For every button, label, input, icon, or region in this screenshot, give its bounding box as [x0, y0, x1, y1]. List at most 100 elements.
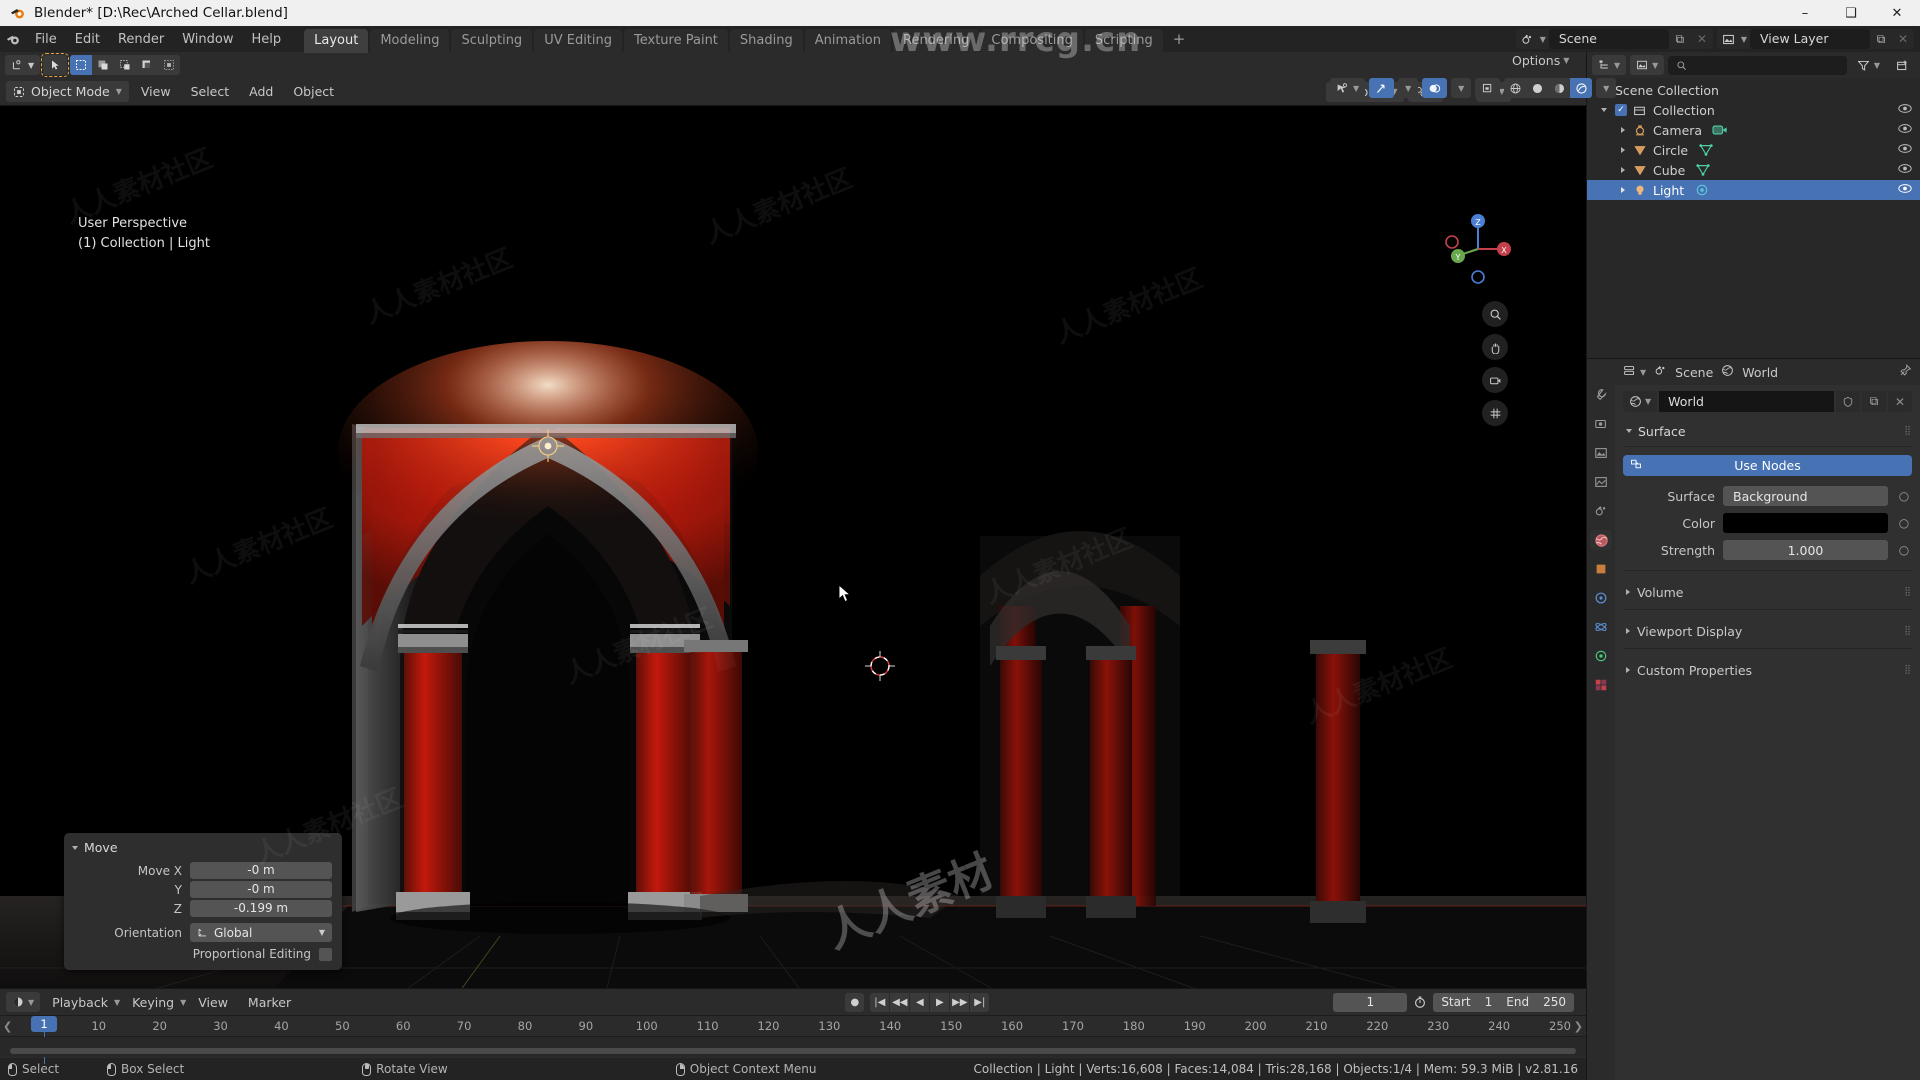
strength-row[interactable]: Strength 1.000 ○: [1623, 540, 1912, 560]
eye-icon[interactable]: [1898, 143, 1912, 157]
world-browse-button[interactable]: ▼: [1623, 391, 1658, 412]
menu-file[interactable]: File: [26, 29, 66, 50]
mesh-data-icon[interactable]: [1698, 143, 1714, 157]
shading-wireframe-button[interactable]: [1504, 78, 1526, 98]
gizmo-settings-button[interactable]: ▼: [1398, 78, 1419, 98]
outliner-row-collection[interactable]: ✓ Collection: [1587, 100, 1920, 120]
menu-edit[interactable]: Edit: [66, 29, 109, 50]
surface-panel-header[interactable]: Surface ⣿: [1623, 420, 1912, 442]
eye-icon[interactable]: [1898, 163, 1912, 177]
move-y-field[interactable]: -0 m: [190, 881, 332, 898]
outliner-tree[interactable]: Scene Collection ✓ Collection Camera Cir…: [1587, 78, 1920, 358]
add-workspace-button[interactable]: +: [1165, 28, 1194, 50]
properties-tab-object[interactable]: [1590, 559, 1612, 579]
proportional-editing-row[interactable]: Proportional Editing: [64, 946, 342, 962]
properties-tab-scene[interactable]: [1590, 501, 1612, 521]
surface-value[interactable]: Background: [1723, 486, 1888, 506]
timeline-menu-view[interactable]: View: [190, 992, 236, 1013]
world-copy-button[interactable]: ⧉: [1862, 391, 1886, 412]
move-y-row[interactable]: Y -0 m: [64, 880, 342, 899]
viewport-menu-view[interactable]: View: [133, 81, 179, 102]
view-layer-unlink-button[interactable]: ✕: [1892, 29, 1914, 49]
outliner-search-input[interactable]: [1668, 55, 1847, 75]
play-reverse-button[interactable]: ◀: [910, 992, 930, 1012]
move-z-field[interactable]: -0.199 m: [190, 900, 332, 917]
close-button[interactable]: ✕: [1874, 0, 1920, 26]
viewport-menu-add[interactable]: Add: [241, 81, 281, 102]
start-value[interactable]: 1: [1485, 995, 1493, 1009]
chevron-right-icon[interactable]: [1621, 127, 1625, 133]
3d-viewport[interactable]: User Perspective (1) Collection | Light …: [0, 106, 1586, 988]
select-extend-button[interactable]: [92, 55, 114, 75]
minimize-button[interactable]: –: [1782, 0, 1828, 26]
color-animate-dot[interactable]: ○: [1896, 516, 1912, 530]
pan-icon[interactable]: [1482, 334, 1508, 360]
timeline-menu-keying[interactable]: Keying: [124, 992, 182, 1013]
select-invert-button[interactable]: [136, 55, 158, 75]
select-intersect-button[interactable]: [158, 55, 180, 75]
shading-solid-button[interactable]: [1526, 78, 1548, 98]
move-z-row[interactable]: Z -0.199 m: [64, 899, 342, 918]
outliner-editor-type-button[interactable]: ▼: [1592, 55, 1627, 75]
jump-to-end-button[interactable]: ▶|: [970, 992, 990, 1012]
redo-panel-move[interactable]: Move Move X -0 m Y -0 m Z -0.199 m Orien…: [64, 833, 342, 970]
properties-tab-tool[interactable]: [1590, 385, 1612, 405]
scene-selector[interactable]: ▼ Scene ⧉ ✕: [1515, 29, 1713, 49]
jump-to-start-button[interactable]: |◀: [870, 992, 890, 1012]
outliner-display-mode-button[interactable]: ▼: [1630, 55, 1665, 75]
mesh-data-icon[interactable]: [1695, 163, 1711, 177]
tab-layout[interactable]: Layout: [304, 29, 369, 53]
properties-tab-data[interactable]: [1590, 646, 1612, 666]
custom-properties-panel-header[interactable]: Custom Properties ⣿: [1623, 657, 1912, 683]
maximize-button[interactable]: ❑: [1828, 0, 1874, 26]
play-button[interactable]: ▶: [930, 992, 950, 1012]
outliner-row-cube[interactable]: Cube: [1587, 160, 1920, 180]
world-unlink-button[interactable]: ✕: [1888, 391, 1912, 412]
chevron-right-icon[interactable]: [1621, 147, 1625, 153]
outliner-row-scene-collection[interactable]: Scene Collection: [1587, 80, 1920, 100]
properties-tab-world[interactable]: [1590, 530, 1612, 550]
viewport-menu-object[interactable]: Object: [285, 81, 342, 102]
timeline-playhead[interactable]: 1: [31, 1016, 57, 1032]
view-layer-selector[interactable]: ▼ View Layer ⧉ ✕: [1716, 29, 1914, 49]
outliner-row-camera[interactable]: Camera: [1587, 120, 1920, 140]
view-layer-copy-button[interactable]: ⧉: [1870, 29, 1892, 49]
menu-render[interactable]: Render: [109, 29, 173, 50]
new-collection-icon[interactable]: [1890, 55, 1915, 75]
use-nodes-button[interactable]: Use Nodes: [1623, 455, 1912, 476]
object-mode-selector[interactable]: Object Mode ▼: [6, 81, 129, 102]
shading-rendered-button[interactable]: [1570, 78, 1593, 98]
zoom-icon[interactable]: [1482, 301, 1508, 327]
orientation-dropdown[interactable]: Global ▼: [190, 923, 332, 942]
stopwatch-icon[interactable]: [1413, 995, 1427, 1009]
eye-icon[interactable]: [1898, 123, 1912, 137]
end-value[interactable]: 250: [1543, 995, 1566, 1009]
volume-panel-header[interactable]: Volume ⣿: [1623, 579, 1912, 605]
object-type-visibility-button[interactable]: ▼: [1330, 78, 1366, 98]
move-x-field[interactable]: -0 m: [190, 862, 332, 879]
shading-settings-button[interactable]: ▼: [1596, 78, 1617, 98]
right-scroll-arrow[interactable]: ❯: [1574, 1020, 1583, 1033]
timeline-scrollbar[interactable]: [10, 1048, 1576, 1054]
overlays-settings-button[interactable]: ▼: [1451, 78, 1472, 98]
record-icon[interactable]: ●: [845, 992, 865, 1012]
navigation-axis-gizmo[interactable]: Z X Y: [1440, 211, 1516, 287]
frame-range-field[interactable]: Start 1 End 250: [1433, 992, 1574, 1012]
color-row[interactable]: Color ○: [1623, 513, 1912, 533]
overlays-toggle-button[interactable]: [1422, 78, 1448, 98]
surface-animate-dot[interactable]: ○: [1896, 489, 1912, 503]
properties-tab-render[interactable]: [1590, 414, 1612, 434]
properties-tab-view-layer[interactable]: [1590, 472, 1612, 492]
surface-row[interactable]: Surface Background ○: [1623, 486, 1912, 506]
chevron-down-icon[interactable]: [1601, 108, 1607, 112]
viewport-options-button[interactable]: Options ▼: [1512, 53, 1569, 68]
viewport-menu-select[interactable]: Select: [183, 81, 238, 102]
properties-tab-output[interactable]: [1590, 443, 1612, 463]
viewport-display-panel-header[interactable]: Viewport Display ⣿: [1623, 618, 1912, 644]
xray-toggle-button[interactable]: [1475, 78, 1501, 98]
camera-icon[interactable]: [1482, 367, 1508, 393]
filter-icon[interactable]: ▼: [1851, 55, 1886, 75]
grid-icon[interactable]: [1482, 400, 1508, 426]
color-swatch[interactable]: [1723, 513, 1888, 533]
tab-sculpting[interactable]: Sculpting: [451, 29, 533, 53]
